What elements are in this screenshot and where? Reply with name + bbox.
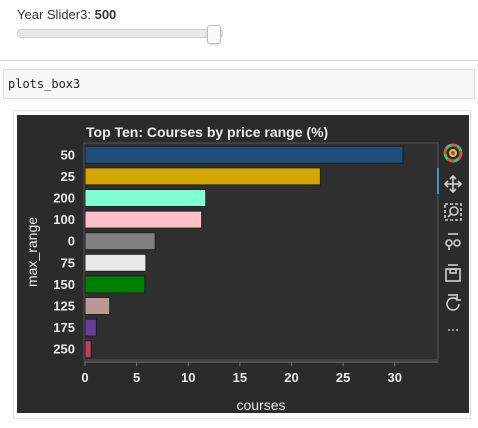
x-tick-label-20: 20 — [284, 370, 298, 385]
bar-50[interactable] — [84, 145, 404, 164]
bar-100[interactable] — [84, 210, 203, 229]
bar-200[interactable] — [84, 189, 207, 207]
year-slider-label: Year Slider3: 500 — [17, 7, 116, 22]
x-tick-label-5: 5 — [133, 370, 140, 385]
pan-icon[interactable] — [442, 173, 464, 195]
save-icon[interactable] — [442, 262, 464, 284]
x-tick-label-25: 25 — [336, 370, 350, 385]
year-slider-value: 500 — [94, 7, 117, 22]
reset-icon[interactable] — [442, 293, 464, 315]
year-slider-track[interactable] — [17, 29, 223, 38]
bar-75[interactable] — [84, 253, 147, 272]
code-cell-text[interactable]: plots_box3 — [8, 77, 80, 91]
chart-title: Top Ten: Courses by price range (%) — [86, 124, 328, 140]
bar-125[interactable] — [84, 297, 111, 315]
y-tick-label-175: 175 — [53, 320, 75, 335]
y-tick-label-0: 0 — [68, 234, 75, 249]
x-tick-label-15: 15 — [233, 370, 247, 385]
year-slider-handle[interactable] — [207, 25, 221, 44]
y-axis-label: max_range — [24, 217, 40, 287]
y-tick-label-150: 150 — [53, 277, 75, 292]
x-tick-label-30: 30 — [387, 370, 401, 385]
bar-175[interactable] — [84, 318, 97, 337]
bar-0[interactable] — [84, 232, 156, 251]
bar-250[interactable] — [84, 340, 92, 359]
y-tick-label-50: 50 — [61, 147, 75, 162]
x-axis-label: courses — [236, 397, 285, 413]
bokeh-logo-icon[interactable] — [442, 142, 464, 164]
bokeh-plot[interactable]: Top Ten: Courses by price range (%) max_… — [17, 115, 469, 413]
bar-150[interactable] — [84, 275, 146, 294]
y-tick-label-75: 75 — [61, 255, 75, 270]
wheel-zoom-icon[interactable] — [442, 231, 464, 253]
box-zoom-icon[interactable] — [442, 201, 464, 223]
year-slider-title: Year Slider3: — [17, 7, 91, 22]
y-tick-label-25: 25 — [61, 169, 75, 184]
x-tick-label-0: 0 — [81, 370, 88, 385]
x-tick-label-10: 10 — [181, 370, 195, 385]
bar-25[interactable] — [84, 167, 321, 186]
cell-divider — [0, 60, 478, 61]
more-icon[interactable] — [442, 320, 464, 342]
y-tick-label-250: 250 — [53, 342, 75, 357]
y-tick-label-100: 100 — [53, 212, 75, 227]
y-tick-label-125: 125 — [53, 299, 75, 314]
y-tick-label-200: 200 — [53, 191, 75, 206]
